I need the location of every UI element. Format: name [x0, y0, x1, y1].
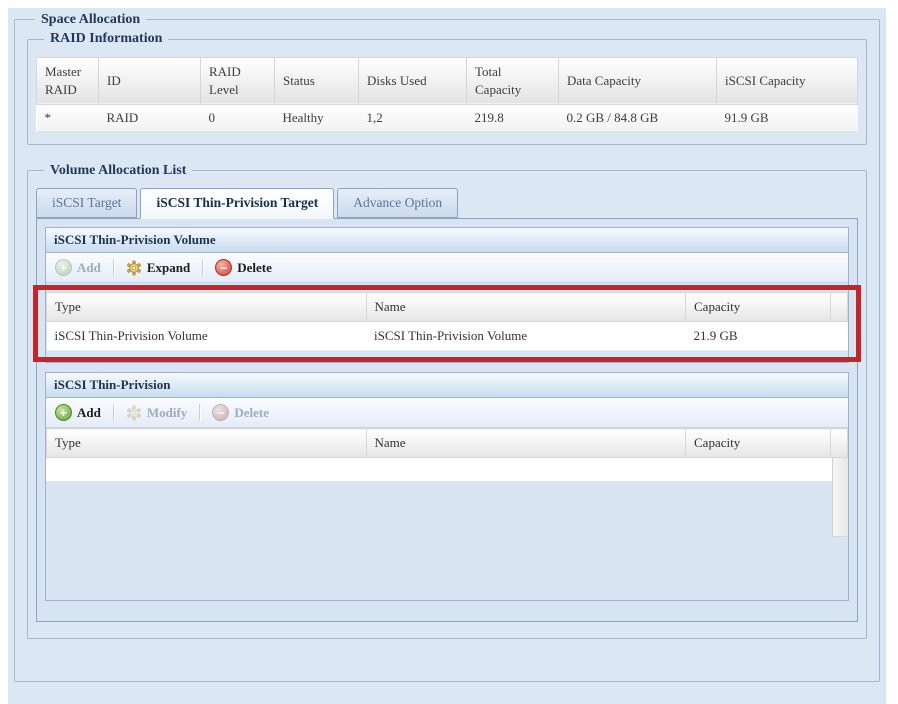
modify-gear-icon: [126, 405, 142, 421]
volume-table-row[interactable]: iSCSI Thin-Privision Volume iSCSI Thin-P…: [47, 322, 848, 351]
cell-master-raid: *: [37, 104, 99, 131]
thin-table-body: [46, 458, 848, 600]
expand-button-label: Expand: [147, 260, 190, 276]
toolbar-separator: [202, 259, 203, 276]
add-icon: +: [55, 404, 72, 421]
thin-privision-volume-panel-title: iSCSI Thin-Privision Volume: [46, 228, 848, 253]
add-button[interactable]: + Add: [52, 258, 104, 277]
cell-total-capacity: 219.8: [467, 104, 559, 131]
volume-allocation-groupbox: Volume Allocation List iSCSI Target iSCS…: [27, 163, 867, 639]
cell-status: Healthy: [275, 104, 359, 131]
add-icon: +: [55, 259, 72, 276]
col-scroll-spacer: [831, 429, 848, 458]
delete-icon: −: [215, 259, 232, 276]
add-button[interactable]: + Add: [52, 403, 104, 422]
col-master-raid: Master RAID: [37, 57, 99, 104]
delete-button[interactable]: − Delete: [212, 258, 275, 277]
thin-privision-volume-toolbar: + Add: [46, 253, 848, 283]
toolbar-separator: [113, 259, 114, 276]
empty-row: [46, 458, 848, 482]
raid-table-header-row: Master RAID ID RAID Level Status Disks U…: [37, 57, 858, 104]
col-id: ID: [99, 57, 201, 104]
col-data-capacity: Data Capacity: [559, 57, 717, 104]
col-type[interactable]: Type: [47, 293, 367, 322]
raid-information-table: Master RAID ID RAID Level Status Disks U…: [36, 57, 858, 132]
col-capacity[interactable]: Capacity: [686, 293, 831, 322]
col-scroll-spacer: [831, 293, 848, 322]
delete-button-label: Delete: [237, 260, 272, 276]
space-allocation-groupbox: Space Allocation RAID Information Master…: [14, 12, 880, 682]
cell-data-capacity: 0.2 GB / 84.8 GB: [559, 104, 717, 131]
toolbar-separator: [199, 404, 200, 421]
tab-content-panel: iSCSI Thin-Privision Volume + Add: [36, 218, 858, 622]
thin-privision-table: Type Name Capacity: [46, 428, 848, 458]
thin-privision-panel: iSCSI Thin-Privision + Add: [45, 372, 849, 601]
add-button-label: Add: [77, 405, 101, 421]
col-iscsi-capacity: iSCSI Capacity: [717, 57, 858, 104]
cell-iscsi-capacity: 91.9 GB: [717, 104, 858, 131]
raid-information-groupbox: RAID Information Master RAID ID RAID Lev…: [27, 31, 867, 144]
col-name[interactable]: Name: [366, 429, 686, 458]
cell-name: iSCSI Thin-Privision Volume: [366, 322, 686, 351]
expand-gear-icon: [126, 260, 142, 276]
col-total-capacity: Total Capacity: [467, 57, 559, 104]
thin-privision-toolbar: + Add: [46, 398, 848, 428]
delete-button[interactable]: − Delete: [209, 403, 272, 422]
col-raid-level: RAID Level: [201, 57, 275, 104]
volume-table-header-row: Type Name Capacity: [47, 293, 848, 322]
thin-privision-volume-panel: iSCSI Thin-Privision Volume + Add: [45, 227, 849, 363]
thin-privision-volume-table: Type Name Capacity iSCSI Thin-Privision …: [46, 292, 848, 351]
panel-gap: [45, 363, 849, 372]
tab-iscsi-target[interactable]: iSCSI Target: [36, 188, 137, 218]
vertical-scrollbar[interactable]: [832, 458, 848, 537]
space-allocation-legend: Space Allocation: [35, 12, 146, 27]
modify-button[interactable]: Modify: [123, 404, 190, 422]
grid-empty-area: [46, 482, 848, 600]
toolbar-separator: [113, 404, 114, 421]
col-status: Status: [275, 57, 359, 104]
content-area: Space Allocation RAID Information Master…: [8, 8, 886, 704]
thin-privision-panel-title: iSCSI Thin-Privision: [46, 373, 848, 398]
tab-strip: iSCSI Target iSCSI Thin-Privision Target…: [36, 188, 858, 218]
col-disks-used: Disks Used: [359, 57, 467, 104]
raid-table-row[interactable]: * RAID 0 Healthy 1,2 219.8 0.2 GB / 84.8…: [37, 104, 858, 131]
add-button-label: Add: [77, 260, 101, 276]
tab-advance-option[interactable]: Advance Option: [337, 188, 458, 218]
volume-allocation-legend: Volume Allocation List: [44, 163, 192, 178]
cell-capacity: 21.9 GB: [686, 322, 831, 351]
tab-iscsi-thin-privision-target[interactable]: iSCSI Thin-Privision Target: [140, 188, 334, 219]
delete-icon: −: [212, 404, 229, 421]
raid-information-legend: RAID Information: [44, 31, 168, 46]
delete-button-label: Delete: [234, 405, 269, 421]
thin-table-header-row: Type Name Capacity: [47, 429, 848, 458]
highlight-annotation: Type Name Capacity iSCSI Thin-Privision …: [33, 285, 861, 362]
expand-button[interactable]: Expand: [123, 259, 193, 277]
cell-id: RAID: [99, 104, 201, 131]
modify-button-label: Modify: [147, 405, 187, 421]
cell-scroll-spacer: [831, 322, 848, 351]
col-name[interactable]: Name: [366, 293, 686, 322]
col-capacity[interactable]: Capacity: [686, 429, 831, 458]
col-type[interactable]: Type: [47, 429, 367, 458]
cell-type: iSCSI Thin-Privision Volume: [47, 322, 367, 351]
cell-raid-level: 0: [201, 104, 275, 131]
cell-disks-used: 1,2: [359, 104, 467, 131]
